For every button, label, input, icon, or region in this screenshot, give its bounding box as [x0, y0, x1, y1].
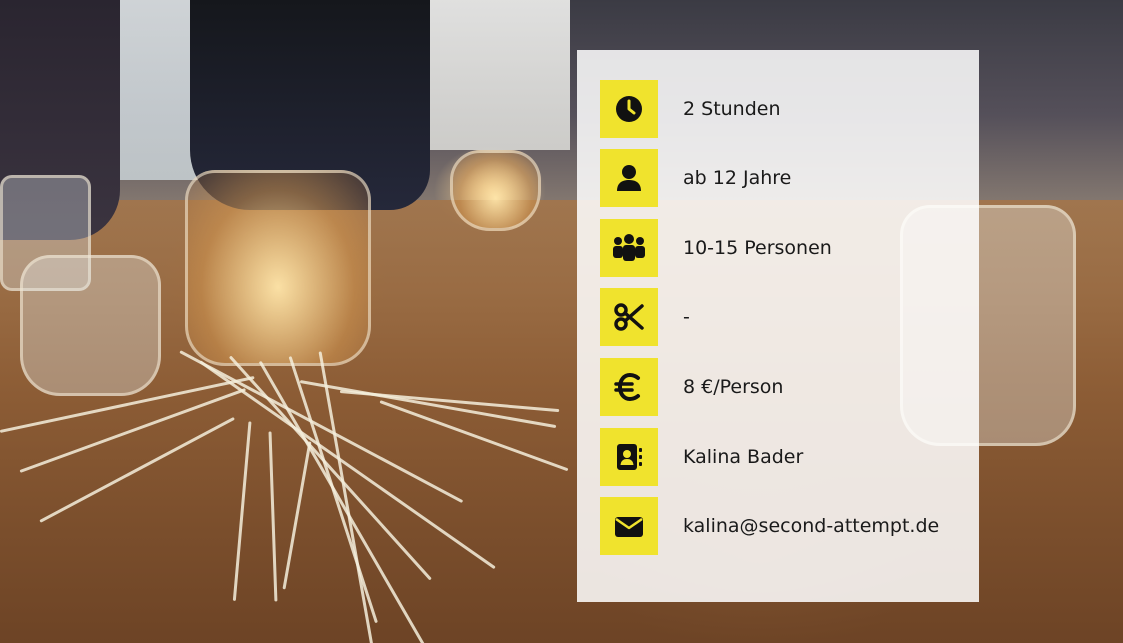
duration-text: 2 Stunden	[683, 98, 781, 120]
info-row-age: ab 12 Jahre	[600, 149, 791, 207]
info-row-materials: -	[600, 288, 690, 346]
photo-window	[420, 0, 570, 150]
info-row-duration: 2 Stunden	[600, 80, 781, 138]
info-row-price: 8 €/Person	[600, 358, 783, 416]
euro-icon	[600, 358, 658, 416]
info-row-group-size: 10-15 Personen	[600, 219, 832, 277]
info-row-email: kalina@second-attempt.de	[600, 497, 939, 555]
envelope-icon	[600, 497, 658, 555]
clock-icon	[600, 80, 658, 138]
user-icon	[600, 149, 658, 207]
email-link[interactable]: kalina@second-attempt.de	[683, 515, 939, 537]
scissors-icon	[600, 288, 658, 346]
users-icon	[600, 219, 658, 277]
photo-jar	[450, 150, 541, 231]
price-text: 8 €/Person	[683, 376, 784, 398]
contact-name-text: Kalina Bader	[683, 446, 804, 468]
contact-card-icon	[600, 428, 658, 486]
materials-text: -	[683, 306, 690, 328]
photo-jar	[20, 255, 161, 396]
info-row-contact: Kalina Bader	[600, 428, 803, 486]
photo-jar	[185, 170, 371, 366]
group-size-text: 10-15 Personen	[683, 237, 832, 259]
age-text: ab 12 Jahre	[683, 167, 792, 189]
info-card: 2 Stunden ab 12 Jahre 10-15 Personen - 8…	[577, 50, 979, 602]
